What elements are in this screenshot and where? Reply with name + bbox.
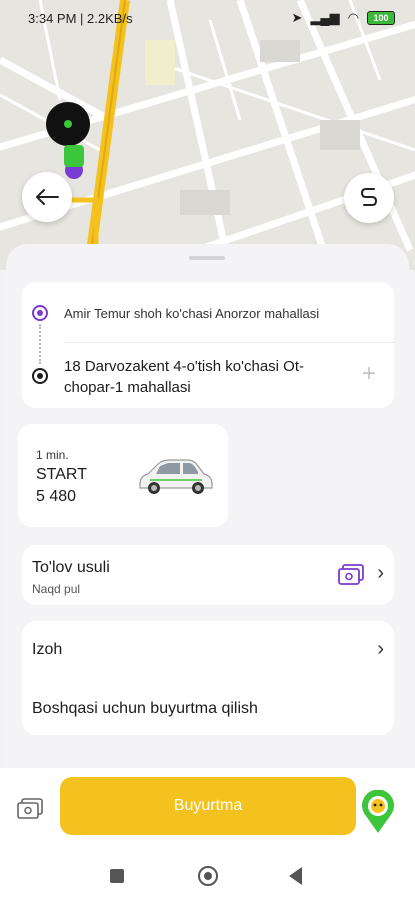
status-left: 3:34 PM | 2.2KB/s [28,11,133,26]
status-bar: 3:34 PM | 2.2KB/s ➤ ▂▄▆ ◠ 100 [0,0,415,36]
tariff-price: 5 480 [36,488,77,505]
location-icon: ➤ [291,10,303,25]
status-divider: | [80,10,88,26]
payment-cash-icon[interactable] [17,798,43,820]
sheet-handle[interactable] [189,256,225,260]
route-icon [360,188,378,206]
chevron-right-icon: › [377,638,384,660]
payment-method: Naqd pul [32,582,81,596]
order-for-other-row[interactable]: Boshqasi uchun buyurtma qilish [32,700,258,718]
back-button[interactable] [22,172,72,222]
payment-method-row[interactable]: To'lov usuli Naqd pul › [22,545,394,605]
extras-card: Izoh › Boshqasi uchun buyurtma qilish [22,621,394,735]
home-icon[interactable] [198,866,218,886]
support-chat-icon[interactable] [360,790,396,834]
route-button[interactable] [344,173,394,223]
order-sheet: Amir Temur shoh ko'chasi Anorzor mahalla… [6,244,409,774]
order-button[interactable]: Buyurtma [60,777,356,835]
map-streets [0,0,415,270]
divider [64,342,394,343]
chevron-right-icon: › [377,562,384,584]
battery-icon: 100 [367,11,395,25]
map-view[interactable] [0,0,415,270]
tariff-eta: 1 min. [36,448,69,462]
add-stop-button[interactable]: + [362,362,376,386]
destination-pin-icon [32,368,48,384]
car-icon [139,459,213,494]
payment-title: To'lov usuli [32,559,110,576]
tariff-card[interactable]: 1 min. START 5 480 [18,424,228,527]
signal-icon: ▂▄▆ [310,10,340,25]
order-bar: Buyurtma [0,768,415,850]
status-speed: 2.2KB/s [87,10,133,26]
route-line [39,324,43,364]
system-nav-bar [0,850,415,900]
arrow-left-icon [36,189,59,205]
route-card: Amir Temur shoh ko'chasi Anorzor mahalla… [22,282,394,408]
destination-address[interactable]: 18 Darvozakent 4-o'tish ko'chasi Ot-chop… [64,356,334,398]
back-nav-icon[interactable] [289,867,302,885]
status-time: 3:34 PM [28,10,77,26]
origin-pin-icon [32,305,48,321]
cash-icon [338,564,364,585]
tariff-name: START [36,466,87,483]
comment-row[interactable]: Izoh [32,641,62,659]
wifi-icon: ◠ [347,10,359,25]
origin-address[interactable]: Amir Temur shoh ko'chasi Anorzor mahalla… [64,306,319,321]
recents-icon[interactable] [110,869,124,883]
status-right: ➤ ▂▄▆ ◠ 100 [292,10,395,26]
